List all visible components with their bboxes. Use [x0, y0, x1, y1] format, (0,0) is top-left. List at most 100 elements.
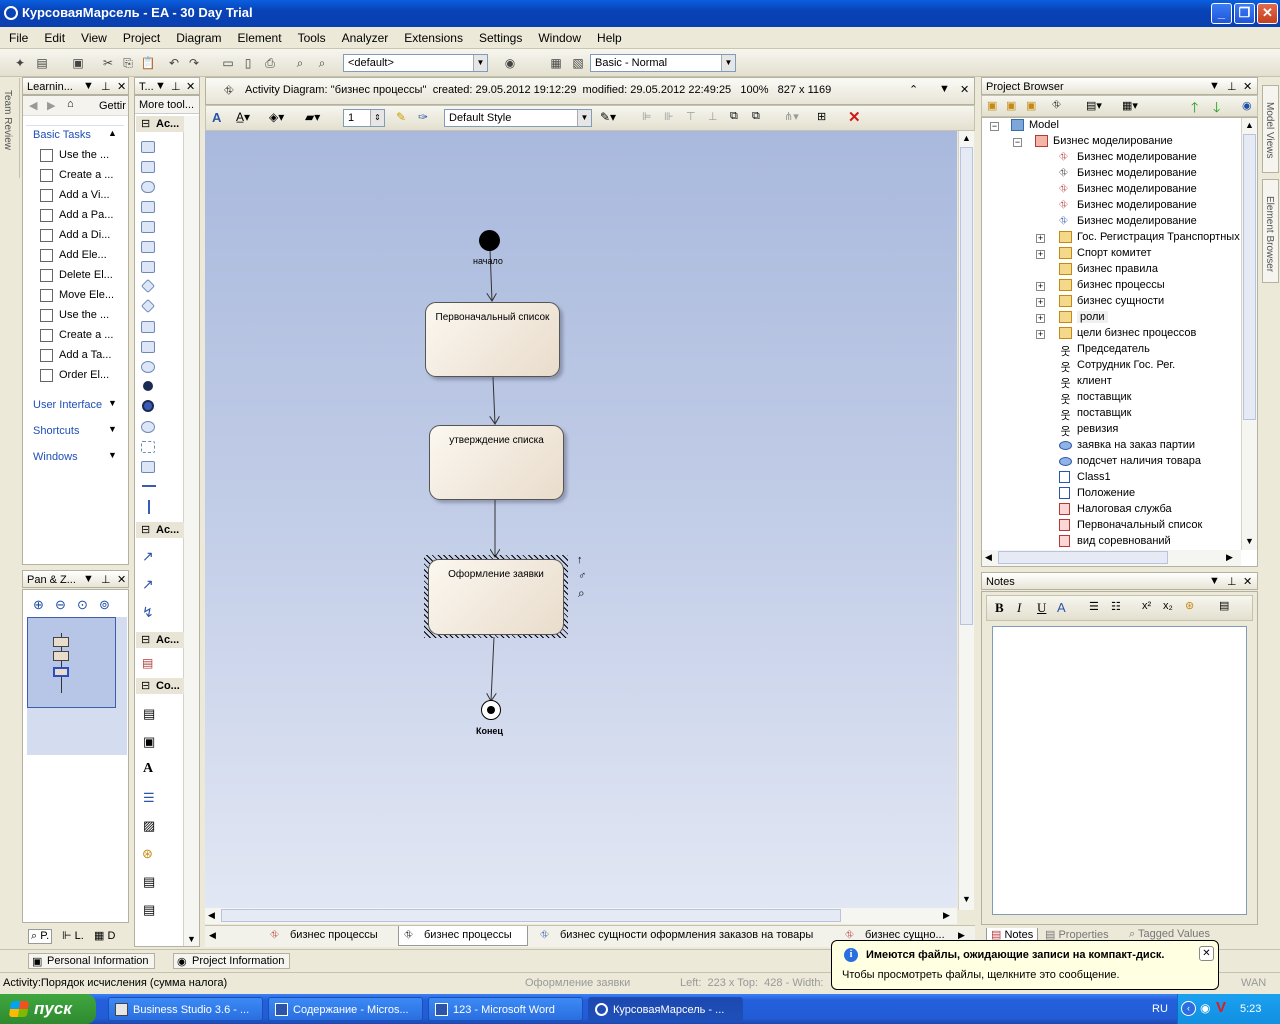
accept-event-icon[interactable]: [141, 341, 155, 353]
scroll-down-icon[interactable]: ▼: [1245, 536, 1254, 546]
region-icon[interactable]: [141, 361, 155, 373]
page-setup-icon[interactable]: ▯: [240, 55, 256, 71]
menu-diagram[interactable]: Diagram: [167, 27, 228, 45]
final-node[interactable]: [481, 700, 501, 720]
tree-expand-icon[interactable]: +: [1036, 282, 1045, 291]
fork-horizontal-icon[interactable]: [142, 485, 156, 487]
pin-icon[interactable]: ⊥: [1227, 80, 1237, 93]
new-icon[interactable]: ✦: [12, 55, 28, 71]
help-icon[interactable]: ◉: [1242, 99, 1252, 112]
taskbar-item[interactable]: 123 - Microsoft Word: [428, 997, 583, 1021]
getting-started-link[interactable]: Gettir: [99, 100, 126, 112]
save-icon[interactable]: ▣: [70, 55, 86, 71]
element-browser-tab[interactable]: Element Browser: [1262, 179, 1279, 283]
close-icon[interactable]: ✕: [960, 83, 969, 96]
start-button[interactable]: пуск: [0, 994, 96, 1024]
taskbar-item[interactable]: Business Studio 3.6 - ...: [108, 997, 263, 1021]
artifact-icon[interactable]: ▤: [143, 902, 155, 918]
personal-information-tab[interactable]: ▣ Personal Information: [28, 953, 155, 969]
tab-diagram[interactable]: ▦ D: [94, 929, 115, 942]
font-color-icon[interactable]: A: [1057, 600, 1066, 615]
region-dashed-icon[interactable]: [141, 441, 155, 453]
tree-vscroll[interactable]: ▲ ▼: [1241, 118, 1257, 550]
diagram-canvas[interactable]: начало Первоначальный список утверждение…: [205, 131, 957, 910]
cut-icon[interactable]: ✂: [100, 55, 116, 71]
initial-node[interactable]: [479, 230, 500, 251]
legend-icon[interactable]: ☰: [143, 790, 155, 806]
minimize-button[interactable]: _: [1211, 3, 1232, 24]
menu-file[interactable]: File: [0, 27, 35, 45]
expand-icon[interactable]: ▼: [108, 398, 117, 408]
initial-node-icon[interactable]: [143, 381, 153, 391]
task-link[interactable]: Add a Di...: [59, 229, 110, 241]
expand-icon[interactable]: ▼: [108, 450, 117, 460]
new-package-icon[interactable]: ▣: [1026, 99, 1036, 112]
user-interface-section[interactable]: User Interface: [33, 399, 102, 411]
align-bottom-icon[interactable]: ⊥: [708, 110, 718, 123]
menu-settings[interactable]: Settings: [470, 27, 529, 45]
task-link[interactable]: Order El...: [59, 369, 109, 381]
scroll-left-icon[interactable]: ◀: [985, 552, 992, 563]
tray-expand-icon[interactable]: ‹: [1181, 1001, 1196, 1016]
action-tool-icon[interactable]: [141, 141, 155, 153]
format-painter-icon[interactable]: ✎: [396, 110, 406, 124]
superscript-icon[interactable]: x²: [1142, 600, 1151, 612]
scroll-down-icon[interactable]: ▼: [962, 894, 971, 904]
toolbox-group[interactable]: Ac...: [136, 116, 184, 132]
fork-vertical-icon[interactable]: [148, 500, 150, 514]
bold-icon[interactable]: B: [995, 600, 1004, 616]
close-button[interactable]: ✕: [1257, 3, 1278, 24]
tree-expand-icon[interactable]: +: [1036, 250, 1045, 259]
scroll-right-icon[interactable]: ▶: [1226, 552, 1233, 563]
close-icon[interactable]: ✕: [1199, 946, 1214, 961]
apply-style-icon[interactable]: ✑: [418, 110, 428, 124]
diagram-tab-active[interactable]: ⛗ бизнес процессы: [398, 926, 528, 946]
perspective-select[interactable]: <default> ▼: [343, 54, 488, 72]
layout-icon[interactable]: ⋔▾: [784, 110, 799, 123]
underline-icon[interactable]: U: [1037, 600, 1046, 616]
tree-expand-icon[interactable]: +: [1036, 330, 1045, 339]
text-icon[interactable]: A: [143, 761, 153, 777]
help-icon[interactable]: ◉: [502, 55, 518, 71]
bullets-icon[interactable]: ☰: [1089, 600, 1099, 613]
structured-activity-icon[interactable]: [141, 201, 155, 213]
menu-view[interactable]: View: [72, 27, 114, 45]
notes-editor[interactable]: [992, 626, 1247, 915]
activity-node[interactable]: Первоначальный список: [425, 302, 560, 377]
zoom-100-icon[interactable]: ⊚: [99, 597, 110, 613]
layout-icon[interactable]: ▦: [548, 55, 564, 71]
scroll-down-icon[interactable]: ▼: [187, 934, 196, 944]
team-review-tab[interactable]: Team Review: [0, 78, 20, 178]
line-color-icon[interactable]: ▰▾: [305, 110, 320, 124]
style-select[interactable]: Default Style ▼: [444, 109, 592, 127]
project-information-tab[interactable]: ◉ Project Information: [173, 953, 291, 969]
element-properties-icon[interactable]: ♂: [578, 570, 586, 582]
copy-icon[interactable]: ⎘: [120, 55, 136, 71]
object-flow-icon[interactable]: ↗: [142, 576, 154, 593]
toolbox-group[interactable]: Ac...: [136, 632, 184, 648]
cd-burn-icon[interactable]: ◉: [1200, 1001, 1210, 1015]
tree-expand-icon[interactable]: +: [1036, 234, 1045, 243]
close-icon[interactable]: ✕: [117, 573, 126, 586]
new-element-icon[interactable]: ▤▾: [1086, 99, 1102, 112]
tab-learning[interactable]: ⊩ L.: [62, 929, 84, 942]
tree-collapse-icon[interactable]: −: [990, 122, 999, 131]
toolbox-group[interactable]: Co...: [136, 678, 184, 694]
task-link[interactable]: Create a ...: [59, 169, 113, 181]
same-size-icon[interactable]: ⧉: [730, 110, 738, 123]
task-link[interactable]: Move Ele...: [59, 289, 114, 301]
tab-scroll-left-icon[interactable]: ◀: [209, 930, 216, 941]
shortcuts-section[interactable]: Shortcuts: [33, 425, 79, 437]
zoom-fit-icon[interactable]: ⊙: [77, 597, 88, 613]
final-node-icon[interactable]: [142, 400, 154, 412]
diagram-frame-icon[interactable]: ▨: [143, 818, 155, 834]
save-style-icon[interactable]: ✎▾: [600, 110, 616, 124]
quick-link-arrow-icon[interactable]: ↑: [577, 554, 583, 566]
chevron-down-icon[interactable]: ▼: [1209, 575, 1220, 587]
magnify-icon[interactable]: ⌕: [578, 586, 585, 601]
partition-tool-icon[interactable]: [141, 181, 155, 193]
align-top-icon[interactable]: ⊤: [686, 110, 696, 123]
zoom-out-icon[interactable]: ⊖: [55, 597, 66, 613]
align-right-icon[interactable]: ⊪: [664, 110, 674, 123]
toolbox-scrollbar[interactable]: ▼: [183, 116, 199, 946]
